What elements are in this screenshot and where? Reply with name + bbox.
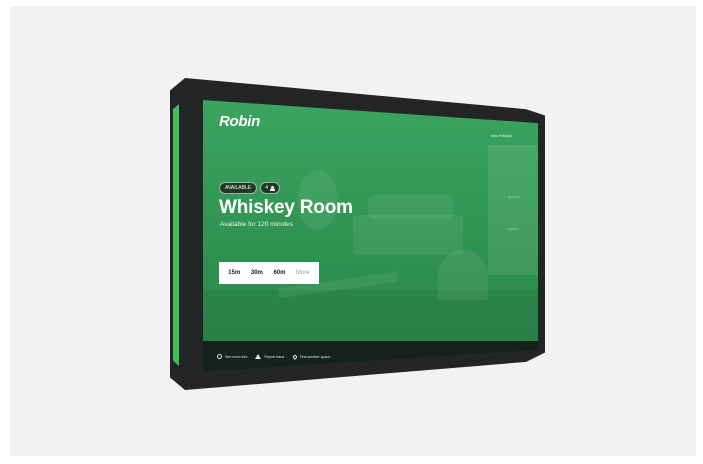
status-badge: AVAILABLE (219, 182, 258, 194)
schedule-time-labels: 12:00 pm 1:00 pm (508, 195, 521, 259)
duration-60m-button[interactable]: 60m (273, 270, 285, 276)
see-more-info-button[interactable]: See more info (217, 354, 247, 359)
robin-logo: Robin (219, 113, 260, 130)
info-icon (217, 354, 222, 359)
duration-more-button[interactable]: More (296, 270, 310, 276)
people-icon (270, 185, 275, 191)
time-label: 12:00 pm (508, 195, 521, 199)
warning-icon (255, 354, 262, 359)
report-issue-label: Report issue (264, 354, 285, 359)
tablet-screen: Robin Now Holidays 12:00 pm 1:00 pm AVAI… (203, 100, 538, 372)
location-pin-icon (291, 353, 298, 360)
room-availability: Available for 120 minutes (220, 221, 293, 228)
duration-15m-button[interactable]: 15m (228, 270, 240, 276)
time-label: 1:00 pm (508, 227, 519, 231)
room-photo-chair (438, 250, 488, 300)
report-issue-button[interactable]: Report issue (255, 354, 285, 359)
capacity-count: 4 (265, 185, 268, 191)
room-title: Whiskey Room (219, 197, 353, 218)
capacity-badge: 4 (260, 182, 280, 194)
find-space-button[interactable]: Find another space (291, 353, 331, 360)
tablet-device: Robin Now Holidays 12:00 pm 1:00 pm AVAI… (170, 78, 545, 390)
room-photo-sofa (353, 215, 463, 255)
status-edge-light (173, 104, 179, 366)
status-row: AVAILABLE 4 (219, 182, 280, 194)
top-right-status: Now Holidays (491, 134, 513, 138)
duration-selector: 15m 30m 60m More (219, 262, 319, 284)
duration-30m-button[interactable]: 30m (251, 270, 263, 276)
see-more-info-label: See more info (225, 354, 248, 359)
find-space-label: Find another space (299, 354, 331, 359)
